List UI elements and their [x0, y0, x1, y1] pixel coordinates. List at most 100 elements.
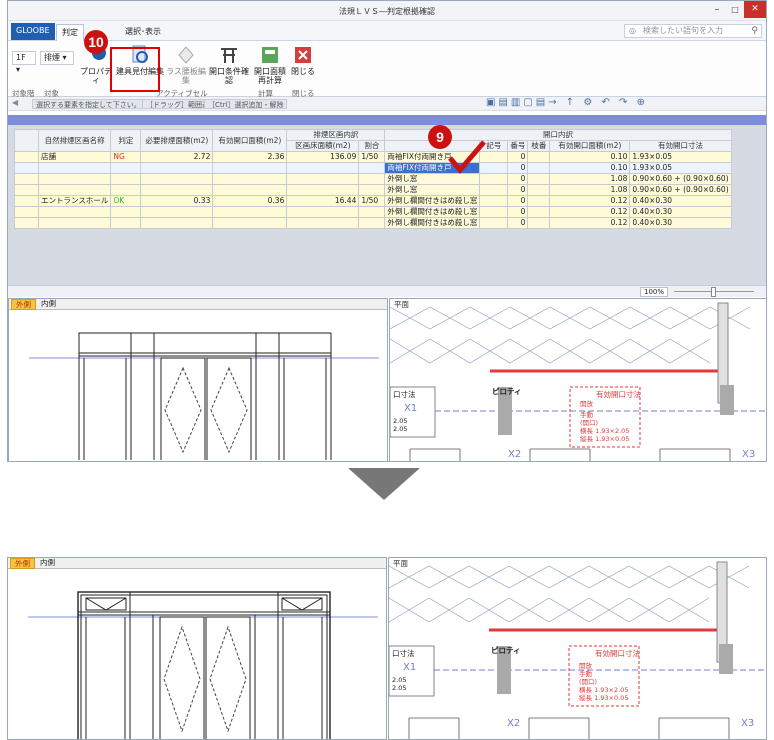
cell-branch[interactable] — [527, 206, 551, 218]
cell-number[interactable]: 0 — [507, 217, 529, 229]
table-row[interactable]: 両袖FIX付両開き戸 0 0.10 1.93×0.05 — [14, 162, 732, 174]
zoom-thumb[interactable] — [711, 287, 716, 297]
cell-number[interactable]: 0 — [507, 162, 529, 174]
cell-open-area[interactable]: 0.12 — [549, 217, 631, 229]
cell-branch[interactable] — [527, 151, 551, 163]
opening-condition-button[interactable]: 開口条件確認 — [206, 45, 252, 85]
cell-branch[interactable] — [527, 162, 551, 174]
cell-number[interactable]: 0 — [507, 206, 529, 218]
cell-ratio[interactable] — [358, 217, 386, 229]
back-icon[interactable]: ◀ — [12, 98, 18, 107]
tab-outer[interactable]: 外側 — [11, 299, 36, 310]
cell-number[interactable]: 0 — [507, 195, 529, 207]
cell-branch[interactable] — [527, 173, 551, 185]
cell-required[interactable] — [140, 162, 214, 174]
cell-type[interactable]: 外倒し窓 — [384, 184, 481, 196]
tab-inner[interactable]: 内側 — [37, 299, 60, 310]
floor-select[interactable]: 1F ▾ — [12, 51, 36, 74]
cell-judge[interactable]: OK — [110, 195, 142, 207]
cell-judge[interactable] — [110, 206, 142, 218]
search-input[interactable]: ◎ 検索したい語句を入力 ⚲ — [624, 24, 762, 38]
cell-type[interactable]: 外倒し欄間付きはめ殺し窓 — [384, 206, 481, 218]
cell-open-area[interactable]: 1.08 — [549, 184, 631, 196]
cell-branch[interactable] — [527, 184, 551, 196]
cell-name[interactable]: 店舗 — [37, 151, 112, 163]
row-header[interactable] — [14, 173, 39, 185]
cell-branch[interactable] — [527, 217, 551, 229]
cell-effective[interactable] — [212, 206, 288, 218]
cell-ratio[interactable] — [358, 184, 386, 196]
cell-open-area[interactable]: 1.08 — [549, 173, 631, 185]
cell-ratio[interactable] — [358, 173, 386, 185]
cell-name[interactable] — [37, 162, 112, 174]
table-row[interactable]: 店舗 NG 2.72 2.36 136.09 1/50 両袖FIX付両開き戸 0 0.10 1.9… — [14, 151, 732, 163]
cell-judge[interactable] — [110, 162, 142, 174]
cell-floor-area[interactable] — [286, 173, 360, 185]
cell-required[interactable] — [140, 184, 214, 196]
recalc-button[interactable]: 開口面積再計算 — [252, 45, 288, 85]
cell-open-dim[interactable]: 1.93×0.05 — [629, 162, 732, 174]
cell-effective[interactable] — [212, 173, 288, 185]
cell-floor-area[interactable] — [286, 217, 360, 229]
cell-ratio[interactable]: 1/50 — [358, 151, 386, 163]
tab-inner-after[interactable]: 内側 — [36, 558, 59, 569]
cell-number[interactable]: 0 — [507, 151, 529, 163]
cell-ratio[interactable] — [358, 206, 386, 218]
cell-open-area[interactable]: 0.12 — [549, 195, 631, 207]
cell-required[interactable]: 2.72 — [140, 151, 214, 163]
tab-outer-after[interactable]: 外側 — [10, 558, 35, 569]
cell-symbol[interactable] — [479, 217, 509, 229]
row-header[interactable] — [14, 184, 39, 196]
view-tools-icon[interactable]: ▣▤▥▢▤→ ↑ ⚙ ↶ ↷ ⊕ — [486, 97, 648, 108]
cell-judge[interactable] — [110, 173, 142, 185]
tab-gloobe[interactable]: GLOOBE — [11, 23, 55, 40]
table-row[interactable]: 外倒し欄間付きはめ殺し窓 0 0.12 0.40×0.30 — [14, 217, 732, 229]
table-row[interactable]: エントランスホール OK 0.33 0.36 16.44 1/50 外倒し欄間付きはめ殺し窓… — [14, 195, 732, 207]
cell-floor-area[interactable] — [286, 162, 360, 174]
cell-open-area[interactable]: 0.10 — [549, 162, 631, 174]
cell-floor-area[interactable] — [286, 206, 360, 218]
zoom-value[interactable]: 100% — [639, 287, 668, 297]
cell-judge[interactable] — [110, 217, 142, 229]
tab-select-view[interactable]: 選択･表示 — [120, 24, 166, 41]
close-button[interactable]: 閉じる — [290, 45, 316, 76]
cell-ratio[interactable]: 1/50 — [358, 195, 386, 207]
cell-required[interactable] — [140, 217, 214, 229]
cell-effective[interactable]: 2.36 — [212, 151, 288, 163]
cell-effective[interactable]: 0.36 — [212, 195, 288, 207]
glass-panel-edit-button[interactable]: ラス腰板編集 — [166, 45, 206, 85]
cell-name[interactable] — [37, 217, 112, 229]
cell-symbol[interactable] — [479, 184, 509, 196]
row-header[interactable] — [14, 162, 39, 174]
table-row[interactable]: 外倒し欄間付きはめ殺し窓 0 0.12 0.40×0.30 — [14, 206, 732, 218]
close-window-button[interactable]: ✕ — [744, 1, 766, 18]
cell-required[interactable] — [140, 206, 214, 218]
row-header[interactable] — [14, 217, 39, 229]
cell-effective[interactable] — [212, 184, 288, 196]
minimize-button[interactable]: – — [708, 1, 726, 18]
cell-open-dim[interactable]: 0.40×0.30 — [629, 195, 732, 207]
cell-effective[interactable] — [212, 162, 288, 174]
cell-open-area[interactable]: 0.12 — [549, 206, 631, 218]
cell-judge[interactable]: NG — [110, 151, 142, 163]
cell-type[interactable]: 外倒し窓 — [384, 173, 481, 185]
cell-required[interactable] — [140, 173, 214, 185]
cell-floor-area[interactable]: 136.09 — [286, 151, 360, 163]
cell-type[interactable]: 外倒し欄間付きはめ殺し窓 — [384, 217, 481, 229]
cell-name[interactable]: エントランスホール — [37, 195, 112, 207]
cell-number[interactable]: 0 — [507, 184, 529, 196]
row-header[interactable] — [14, 206, 39, 218]
cell-ratio[interactable] — [358, 162, 386, 174]
table-row[interactable]: 外倒し窓 0 1.08 0.90×0.60 + (0.90×0.60) — [14, 173, 732, 185]
cell-required[interactable]: 0.33 — [140, 195, 214, 207]
mode-select[interactable]: 排煙 ▾ — [40, 51, 74, 65]
cell-name[interactable] — [37, 173, 112, 185]
cell-open-dim[interactable]: 0.40×0.30 — [629, 217, 732, 229]
row-header[interactable] — [14, 195, 39, 207]
row-header[interactable] — [14, 151, 39, 163]
cell-number[interactable]: 0 — [507, 173, 529, 185]
maximize-button[interactable]: □ — [726, 1, 744, 18]
cell-floor-area[interactable]: 16.44 — [286, 195, 360, 207]
cell-open-area[interactable]: 0.10 — [549, 151, 631, 163]
cell-open-dim[interactable]: 0.90×0.60 + (0.90×0.60) — [629, 173, 732, 185]
